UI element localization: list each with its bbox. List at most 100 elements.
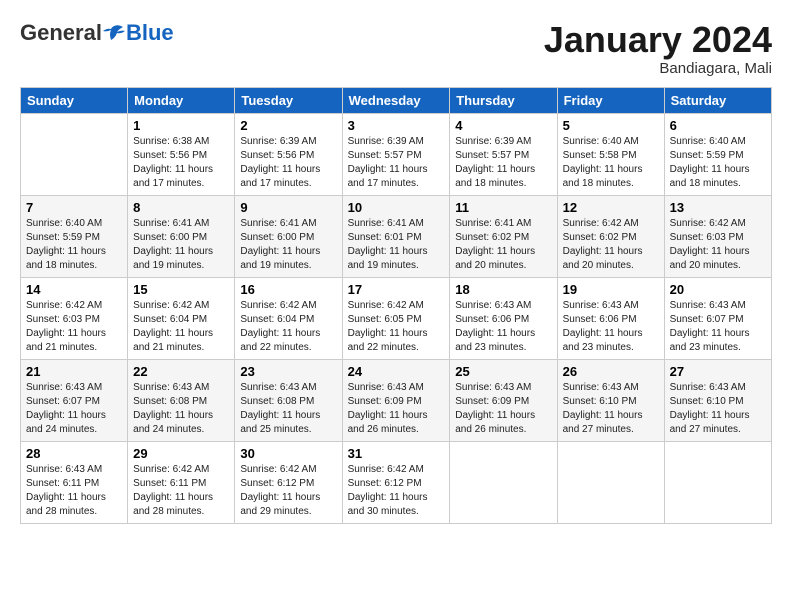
calendar-cell: 24Sunrise: 6:43 AMSunset: 6:09 PMDayligh… bbox=[342, 359, 450, 441]
calendar-cell: 20Sunrise: 6:43 AMSunset: 6:07 PMDayligh… bbox=[664, 277, 771, 359]
week-row-2: 7 Sunrise: 6:40 AMSunset: 5:59 PMDaylight… bbox=[21, 195, 772, 277]
day-info: Sunrise: 6:43 AMSunset: 6:08 PMDaylight:… bbox=[240, 381, 336, 437]
day-info: Sunrise: 6:43 AMSunset: 6:10 PMDaylight:… bbox=[563, 381, 659, 437]
day-number: 11 bbox=[455, 200, 551, 215]
day-info: Sunrise: 6:41 AMSunset: 6:00 PMDaylight:… bbox=[133, 217, 229, 273]
calendar-cell: 23 Sunrise: 6:43 AMSunset: 6:08 PMDayligh… bbox=[235, 359, 342, 441]
day-number: 13 bbox=[670, 200, 766, 215]
day-info: Sunrise: 6:43 AMSunset: 6:08 PMDaylight:… bbox=[133, 381, 229, 437]
calendar-cell: 16 Sunrise: 6:42 AMSunset: 6:04 PMDayligh… bbox=[235, 277, 342, 359]
week-row-1: 1 Sunrise: 6:38 AMSunset: 5:56 PMDaylight… bbox=[21, 113, 772, 195]
logo: General Blue bbox=[20, 20, 174, 46]
day-number: 21 bbox=[26, 364, 122, 379]
day-info: Sunrise: 6:41 AMSunset: 6:00 PMDaylight:… bbox=[240, 217, 336, 273]
calendar-cell: 30Sunrise: 6:42 AMSunset: 6:12 PMDayligh… bbox=[235, 441, 342, 523]
day-info: Sunrise: 6:43 AMSunset: 6:10 PMDaylight:… bbox=[670, 381, 766, 437]
logo-blue: Blue bbox=[126, 20, 174, 46]
day-info: Sunrise: 6:42 AMSunset: 6:12 PMDaylight:… bbox=[240, 463, 336, 519]
calendar-cell: 5Sunrise: 6:40 AMSunset: 5:58 PMDaylight… bbox=[557, 113, 664, 195]
calendar-cell: 21 Sunrise: 6:43 AMSunset: 6:07 PMDayligh… bbox=[21, 359, 128, 441]
day-info: Sunrise: 6:43 AMSunset: 6:07 PMDaylight:… bbox=[26, 381, 122, 437]
calendar-cell: 19Sunrise: 6:43 AMSunset: 6:06 PMDayligh… bbox=[557, 277, 664, 359]
day-info: Sunrise: 6:41 AMSunset: 6:01 PMDaylight:… bbox=[348, 217, 445, 273]
calendar-cell: 3 Sunrise: 6:39 AMSunset: 5:57 PMDaylight… bbox=[342, 113, 450, 195]
day-info: Sunrise: 6:38 AMSunset: 5:56 PMDaylight:… bbox=[133, 135, 229, 191]
day-number: 4 bbox=[455, 118, 551, 133]
day-info: Sunrise: 6:42 AMSunset: 6:04 PMDaylight:… bbox=[133, 299, 229, 355]
title-block: January 2024 Bandiagara, Mali bbox=[544, 20, 772, 77]
calendar-cell: 7 Sunrise: 6:40 AMSunset: 5:59 PMDaylight… bbox=[21, 195, 128, 277]
day-info: Sunrise: 6:42 AMSunset: 6:04 PMDaylight:… bbox=[240, 299, 336, 355]
calendar-cell bbox=[664, 441, 771, 523]
day-info: Sunrise: 6:43 AMSunset: 6:11 PMDaylight:… bbox=[26, 463, 122, 519]
day-number: 29 bbox=[133, 446, 229, 461]
day-info: Sunrise: 6:42 AMSunset: 6:03 PMDaylight:… bbox=[670, 217, 766, 273]
calendar-cell: 15 Sunrise: 6:42 AMSunset: 6:04 PMDayligh… bbox=[128, 277, 235, 359]
calendar-cell: 17 Sunrise: 6:42 AMSunset: 6:05 PMDayligh… bbox=[342, 277, 450, 359]
day-number: 3 bbox=[348, 118, 445, 133]
day-number: 12 bbox=[563, 200, 659, 215]
day-number: 16 bbox=[240, 282, 336, 297]
calendar-cell: 12 Sunrise: 6:42 AMSunset: 6:02 PMDayligh… bbox=[557, 195, 664, 277]
day-number: 23 bbox=[240, 364, 336, 379]
week-row-4: 21 Sunrise: 6:43 AMSunset: 6:07 PMDayligh… bbox=[21, 359, 772, 441]
header-sunday: Sunday bbox=[21, 87, 128, 113]
day-info: Sunrise: 6:42 AMSunset: 6:02 PMDaylight:… bbox=[563, 217, 659, 273]
day-number: 17 bbox=[348, 282, 445, 297]
month-title: January 2024 bbox=[544, 20, 772, 60]
calendar-cell: 1 Sunrise: 6:38 AMSunset: 5:56 PMDaylight… bbox=[128, 113, 235, 195]
day-info: Sunrise: 6:42 AMSunset: 6:11 PMDaylight:… bbox=[133, 463, 229, 519]
calendar-cell: 25 Sunrise: 6:43 AMSunset: 6:09 PMDayligh… bbox=[450, 359, 557, 441]
day-number: 7 bbox=[26, 200, 122, 215]
day-number: 28 bbox=[26, 446, 122, 461]
day-number: 6 bbox=[670, 118, 766, 133]
day-number: 9 bbox=[240, 200, 336, 215]
day-number: 14 bbox=[26, 282, 122, 297]
calendar-cell: 27 Sunrise: 6:43 AMSunset: 6:10 PMDayligh… bbox=[664, 359, 771, 441]
day-number: 27 bbox=[670, 364, 766, 379]
calendar-cell bbox=[557, 441, 664, 523]
day-number: 15 bbox=[133, 282, 229, 297]
calendar-cell bbox=[21, 113, 128, 195]
header-monday: Monday bbox=[128, 87, 235, 113]
week-row-5: 28 Sunrise: 6:43 AMSunset: 6:11 PMDayligh… bbox=[21, 441, 772, 523]
day-number: 5 bbox=[563, 118, 659, 133]
header-tuesday: Tuesday bbox=[235, 87, 342, 113]
day-info: Sunrise: 6:42 AMSunset: 6:12 PMDaylight:… bbox=[348, 463, 445, 519]
header-friday: Friday bbox=[557, 87, 664, 113]
calendar-cell: 22Sunrise: 6:43 AMSunset: 6:08 PMDayligh… bbox=[128, 359, 235, 441]
calendar-cell: 13 Sunrise: 6:42 AMSunset: 6:03 PMDayligh… bbox=[664, 195, 771, 277]
day-info: Sunrise: 6:42 AMSunset: 6:03 PMDaylight:… bbox=[26, 299, 122, 355]
page-header: General Blue January 2024 Bandiagara, Ma… bbox=[20, 20, 772, 77]
day-info: Sunrise: 6:43 AMSunset: 6:09 PMDaylight:… bbox=[455, 381, 551, 437]
logo-bird-icon bbox=[103, 24, 125, 42]
day-info: Sunrise: 6:43 AMSunset: 6:06 PMDaylight:… bbox=[455, 299, 551, 355]
header-thursday: Thursday bbox=[450, 87, 557, 113]
calendar-table: SundayMondayTuesdayWednesdayThursdayFrid… bbox=[20, 87, 772, 524]
calendar-cell: 6 Sunrise: 6:40 AMSunset: 5:59 PMDaylight… bbox=[664, 113, 771, 195]
calendar-header-row: SundayMondayTuesdayWednesdayThursdayFrid… bbox=[21, 87, 772, 113]
calendar-cell: 2Sunrise: 6:39 AMSunset: 5:56 PMDaylight… bbox=[235, 113, 342, 195]
day-number: 31 bbox=[348, 446, 445, 461]
day-number: 19 bbox=[563, 282, 659, 297]
logo-general: General bbox=[20, 20, 102, 46]
day-info: Sunrise: 6:39 AMSunset: 5:57 PMDaylight:… bbox=[348, 135, 445, 191]
day-info: Sunrise: 6:42 AMSunset: 6:05 PMDaylight:… bbox=[348, 299, 445, 355]
header-wednesday: Wednesday bbox=[342, 87, 450, 113]
day-number: 18 bbox=[455, 282, 551, 297]
day-number: 8 bbox=[133, 200, 229, 215]
week-row-3: 14 Sunrise: 6:42 AMSunset: 6:03 PMDayligh… bbox=[21, 277, 772, 359]
day-number: 1 bbox=[133, 118, 229, 133]
day-number: 2 bbox=[240, 118, 336, 133]
calendar-cell: 8 Sunrise: 6:41 AMSunset: 6:00 PMDaylight… bbox=[128, 195, 235, 277]
calendar-cell: 28 Sunrise: 6:43 AMSunset: 6:11 PMDayligh… bbox=[21, 441, 128, 523]
day-info: Sunrise: 6:40 AMSunset: 5:59 PMDaylight:… bbox=[670, 135, 766, 191]
day-info: Sunrise: 6:40 AMSunset: 5:59 PMDaylight:… bbox=[26, 217, 122, 273]
day-info: Sunrise: 6:43 AMSunset: 6:07 PMDaylight:… bbox=[670, 299, 766, 355]
day-number: 25 bbox=[455, 364, 551, 379]
calendar-cell: 31 Sunrise: 6:42 AMSunset: 6:12 PMDayligh… bbox=[342, 441, 450, 523]
day-number: 26 bbox=[563, 364, 659, 379]
calendar-cell: 26 Sunrise: 6:43 AMSunset: 6:10 PMDayligh… bbox=[557, 359, 664, 441]
calendar-cell: 4Sunrise: 6:39 AMSunset: 5:57 PMDaylight… bbox=[450, 113, 557, 195]
day-info: Sunrise: 6:43 AMSunset: 6:09 PMDaylight:… bbox=[348, 381, 445, 437]
